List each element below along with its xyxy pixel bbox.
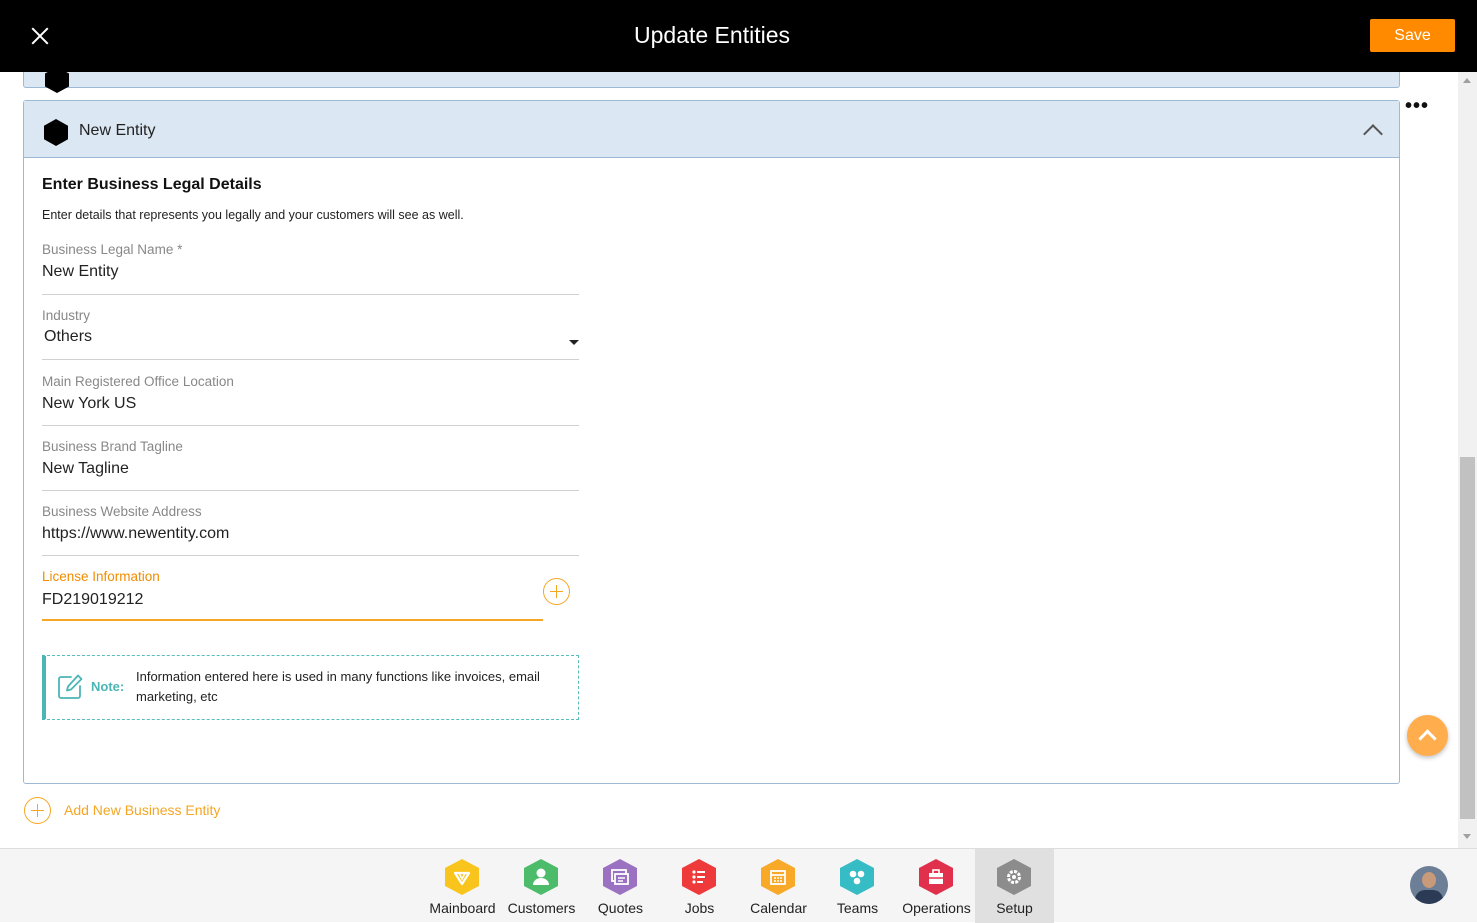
required-mark: * bbox=[177, 242, 183, 257]
section-title: Enter Business Legal Details bbox=[42, 176, 262, 193]
mainboard-icon bbox=[445, 859, 479, 895]
more-options-icon[interactable]: ••• bbox=[1405, 96, 1429, 116]
nav-item-quotes[interactable]: Quotes bbox=[581, 849, 660, 923]
vertical-scrollbar[interactable] bbox=[1458, 72, 1477, 848]
industry-label: Industry bbox=[42, 308, 91, 323]
entity-header[interactable]: New Entity bbox=[24, 101, 1399, 158]
legal-name-label: Business Legal Name * bbox=[42, 242, 183, 257]
setup-icon bbox=[997, 859, 1031, 895]
plus-circle-icon bbox=[24, 797, 51, 824]
website-label: Business Website Address bbox=[42, 504, 202, 519]
avatar-body bbox=[1415, 890, 1443, 904]
nav-item-setup[interactable]: Setup bbox=[975, 849, 1054, 923]
license-label: License Information bbox=[42, 569, 160, 584]
legal-name-value: New Entity bbox=[42, 263, 119, 280]
nav-item-mainboard[interactable]: Mainboard bbox=[423, 849, 502, 923]
scroll-down-arrow-icon[interactable] bbox=[1463, 834, 1471, 839]
tagline-label: Business Brand Tagline bbox=[42, 439, 183, 454]
nav-item-customers[interactable]: Customers bbox=[502, 849, 581, 923]
user-avatar[interactable] bbox=[1410, 866, 1448, 904]
hexagon-icon bbox=[44, 119, 68, 146]
note-box: Note: Information entered here is used i… bbox=[42, 655, 579, 720]
scroll-up-arrow-icon[interactable] bbox=[1463, 78, 1471, 83]
teams-icon bbox=[840, 859, 874, 895]
note-text: Information entered here is used in many… bbox=[136, 669, 540, 704]
quotes-icon bbox=[603, 859, 637, 895]
nav-item-teams[interactable]: Teams bbox=[818, 849, 897, 923]
calendar-icon bbox=[761, 859, 795, 895]
industry-value: Others bbox=[44, 328, 93, 345]
scroll-to-top-button[interactable] bbox=[1407, 715, 1448, 756]
edit-note-icon bbox=[58, 674, 83, 699]
license-field[interactable]: License Information FD219019212 bbox=[42, 569, 543, 621]
top-bar: Update Entities Save bbox=[0, 0, 1477, 72]
office-location-field[interactable]: Main Registered Office Location New York… bbox=[42, 374, 579, 426]
scroll-thumb[interactable] bbox=[1460, 457, 1475, 819]
legal-name-field[interactable]: Business Legal Name * New Entity bbox=[42, 242, 579, 295]
previous-entity-card[interactable] bbox=[23, 72, 1400, 93]
add-new-entity-label: Add New Business Entity bbox=[64, 802, 221, 818]
bottom-navigation: Mainboard Customers Quotes Jobs Calendar… bbox=[0, 848, 1477, 923]
nav-item-calendar[interactable]: Calendar bbox=[739, 849, 818, 923]
caret-down-icon bbox=[569, 340, 579, 345]
avatar-head bbox=[1422, 872, 1436, 888]
nav-label: Setup bbox=[996, 900, 1033, 916]
office-location-value: New York US bbox=[42, 395, 137, 412]
jobs-icon bbox=[682, 859, 716, 895]
customers-icon bbox=[524, 859, 558, 895]
chevron-up-icon[interactable] bbox=[1363, 124, 1383, 144]
page-title: Update Entities bbox=[634, 22, 790, 48]
main-content: ••• New Entity Enter Business Legal Deta… bbox=[0, 72, 1458, 848]
website-value: https://www.newentity.com bbox=[42, 525, 230, 542]
add-license-icon[interactable] bbox=[543, 578, 570, 605]
tagline-value: New Tagline bbox=[42, 460, 129, 477]
entity-name: New Entity bbox=[79, 122, 156, 139]
nav-item-jobs[interactable]: Jobs bbox=[660, 849, 739, 923]
tagline-field[interactable]: Business Brand Tagline New Tagline bbox=[42, 439, 579, 491]
operations-icon bbox=[919, 859, 953, 895]
industry-select[interactable]: Industry Others bbox=[42, 308, 579, 360]
save-button[interactable]: Save bbox=[1370, 19, 1455, 52]
hexagon-icon bbox=[45, 72, 69, 93]
entity-card: New Entity Enter Business Legal Details … bbox=[23, 100, 1400, 784]
license-value: FD219019212 bbox=[42, 591, 144, 608]
office-location-label: Main Registered Office Location bbox=[42, 374, 234, 389]
note-label: Note: bbox=[91, 679, 125, 694]
website-field[interactable]: Business Website Address https://www.new… bbox=[42, 504, 579, 556]
section-description: Enter details that represents you legall… bbox=[42, 208, 464, 222]
